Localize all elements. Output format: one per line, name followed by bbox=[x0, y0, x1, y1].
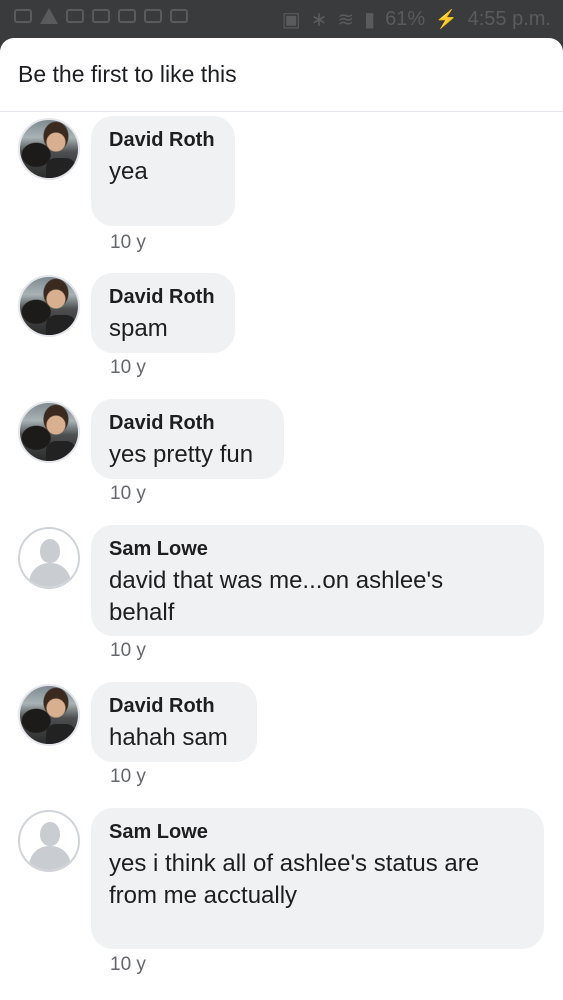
clock: 4:55 p.m. bbox=[467, 8, 551, 30]
avatar[interactable] bbox=[18, 275, 80, 337]
comment-time[interactable]: 10 y bbox=[110, 483, 146, 505]
wifi-icon: ≋ bbox=[337, 9, 355, 31]
comment-bubble[interactable]: David Roth yea bbox=[91, 116, 235, 226]
warning-icon bbox=[40, 8, 58, 24]
battery-percent: 61% bbox=[385, 8, 426, 30]
comment-text: yea bbox=[109, 158, 148, 185]
game-icon bbox=[144, 9, 162, 23]
comment-bubble[interactable]: Sam Lowe david that was me...on ashlee's… bbox=[91, 525, 544, 636]
avatar[interactable] bbox=[18, 684, 80, 746]
default-avatar-icon bbox=[40, 822, 60, 846]
bluetooth-icon: ∗ bbox=[310, 9, 328, 31]
game-icon bbox=[170, 9, 188, 23]
image-icon bbox=[66, 9, 84, 23]
comment-author[interactable]: David Roth bbox=[109, 128, 217, 152]
comment-text: yes i think all of ashlee's status are f… bbox=[109, 848, 526, 912]
comment-bubble[interactable]: David Roth hahah sam bbox=[91, 682, 257, 762]
likes-header[interactable]: Be the first to like this bbox=[0, 38, 563, 112]
comment-text: yes pretty fun bbox=[109, 441, 254, 468]
comment-text-line: david that was me...on ashlee's bbox=[109, 567, 444, 594]
comment-text-line: behalf bbox=[109, 599, 175, 626]
charging-icon: ⚡ bbox=[435, 9, 458, 29]
nfc-icon: ▣ bbox=[281, 9, 301, 31]
default-avatar-icon bbox=[40, 539, 60, 563]
comment-time[interactable]: 10 y bbox=[110, 954, 146, 976]
system-icons: ▣ ∗ ≋ ▮ 61% ⚡ 4:55 p.m. bbox=[282, 7, 551, 32]
comments-sheet: Be the first to like this David Roth yea… bbox=[0, 38, 563, 1000]
notification-icons bbox=[14, 8, 188, 24]
comment-author[interactable]: Sam Lowe bbox=[109, 537, 526, 561]
comment-time[interactable]: 10 y bbox=[110, 640, 146, 662]
mail-icon bbox=[14, 9, 32, 23]
comment-author[interactable]: David Roth bbox=[109, 694, 239, 718]
avatar[interactable] bbox=[18, 810, 80, 872]
comment-text: spam bbox=[109, 315, 168, 342]
avatar[interactable] bbox=[18, 527, 80, 589]
comment-author[interactable]: David Roth bbox=[109, 285, 217, 309]
comment-bubble[interactable]: David Roth spam bbox=[91, 273, 235, 353]
avatar[interactable] bbox=[18, 401, 80, 463]
comment-author[interactable]: Sam Lowe bbox=[109, 820, 526, 844]
comment-bubble[interactable]: Sam Lowe yes i think all of ashlee's sta… bbox=[91, 808, 544, 949]
signal-icon: ▮ bbox=[364, 9, 376, 31]
comment-text-line: yes i think all of ashlee's status are bbox=[109, 850, 480, 877]
avatar[interactable] bbox=[18, 118, 80, 180]
comment-bubble[interactable]: David Roth yes pretty fun bbox=[91, 399, 284, 479]
comment-text: hahah sam bbox=[109, 724, 228, 751]
game-icon bbox=[118, 9, 136, 23]
gallery-icon bbox=[92, 9, 110, 23]
status-bar: ▣ ∗ ≋ ▮ 61% ⚡ 4:55 p.m. bbox=[0, 0, 563, 38]
comment-text: david that was me...on ashlee's behalf bbox=[109, 565, 526, 629]
comment-time[interactable]: 10 y bbox=[110, 357, 146, 379]
comment-time[interactable]: 10 y bbox=[110, 766, 146, 788]
comment-time[interactable]: 10 y bbox=[110, 232, 146, 254]
comment-text-line: from me acctually bbox=[109, 882, 298, 909]
comment-author[interactable]: David Roth bbox=[109, 411, 266, 435]
likes-text: Be the first to like this bbox=[18, 61, 237, 87]
